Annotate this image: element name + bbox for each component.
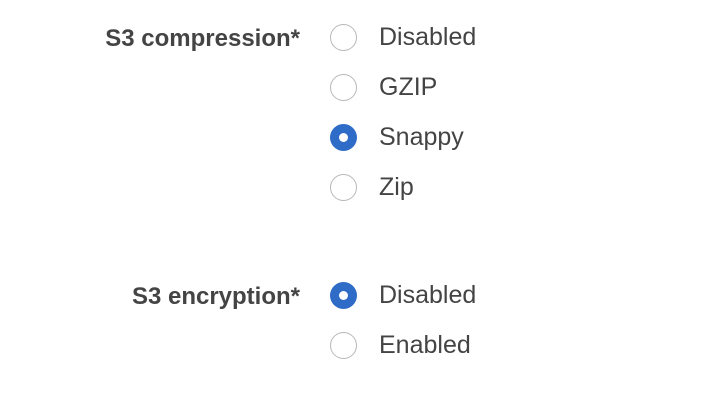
radio-label: GZIP <box>379 73 438 101</box>
radio-label: Disabled <box>379 23 477 51</box>
encryption-option-enabled[interactable]: Enabled <box>330 330 471 360</box>
radio-label: Enabled <box>379 331 471 359</box>
compression-option-zip[interactable]: Zip <box>330 172 414 202</box>
radio-button[interactable] <box>330 173 357 201</box>
radio-button[interactable] <box>330 73 357 101</box>
radio-button[interactable] <box>330 281 357 309</box>
radio-label: Zip <box>379 173 414 201</box>
radio-button[interactable] <box>330 123 357 151</box>
radio-button[interactable] <box>330 23 357 51</box>
radio-label: Disabled <box>379 281 477 309</box>
compression-option-snappy[interactable]: Snappy <box>330 122 464 152</box>
s3-encryption-label: S3 encryption* <box>131 283 300 310</box>
radio-button[interactable] <box>330 331 357 359</box>
compression-option-gzip[interactable]: GZIP <box>330 72 437 102</box>
encryption-option-disabled[interactable]: Disabled <box>330 280 476 310</box>
compression-option-disabled[interactable]: Disabled <box>330 22 476 52</box>
s3-compression-label: S3 compression* <box>105 25 300 52</box>
radio-label: Snappy <box>379 123 464 151</box>
